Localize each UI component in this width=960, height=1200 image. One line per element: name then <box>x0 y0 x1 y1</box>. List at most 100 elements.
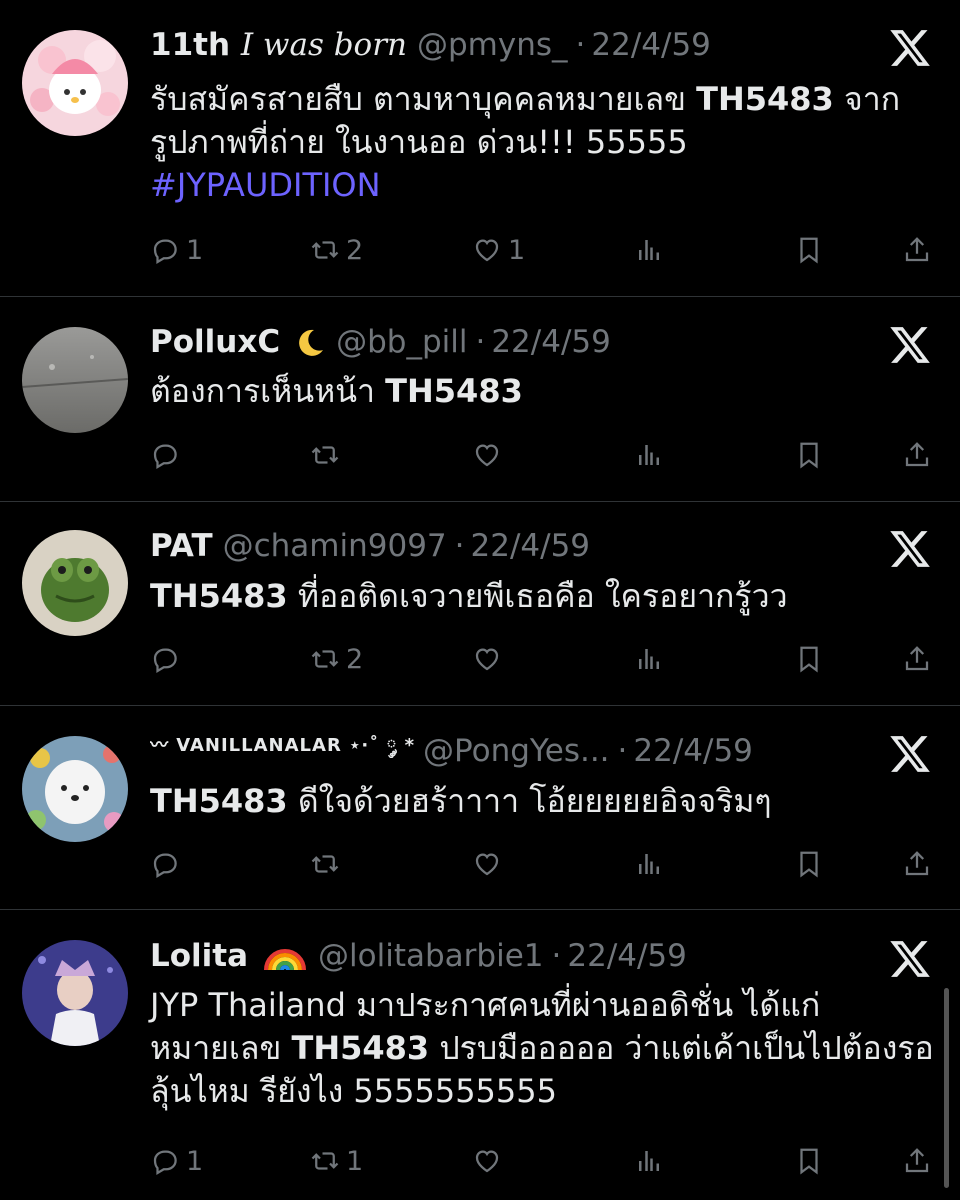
bookmark-icon <box>800 646 818 673</box>
avatar[interactable] <box>22 940 128 1046</box>
reply-icon <box>153 444 177 469</box>
avatar[interactable] <box>22 530 128 636</box>
like-button[interactable] <box>472 1141 508 1181</box>
tweet-date[interactable]: 22/4/59 <box>633 733 753 769</box>
bookmark-button[interactable] <box>794 844 824 884</box>
tweet-text: TH5483 ดีใจด้วยฮร้าาาา โอ้ยยยยยอิจจริมๆ <box>150 782 772 820</box>
retweet-icon <box>311 855 339 873</box>
retweet-button[interactable]: 1 <box>310 1141 363 1181</box>
bookmark-button[interactable] <box>794 435 824 475</box>
rainbow-emoji-icon <box>264 949 307 971</box>
bookmark-button[interactable] <box>794 639 824 679</box>
hashtag-link[interactable]: #JYPAUDITION <box>150 166 381 204</box>
avatar[interactable] <box>22 736 128 842</box>
tweet-2[interactable]: PolluxC @bb_pill · 22/4/59 ต้องการเห็นหน… <box>0 297 960 501</box>
tweet-actions <box>150 844 940 884</box>
x-logo-icon <box>890 531 930 567</box>
tweet-text: ต้องการเห็นหน้า TH5483 <box>150 372 523 410</box>
views-button[interactable] <box>634 844 664 884</box>
tweet-5[interactable]: Lolita @lolitabarbie1 · 22/4/59 JYP Thai… <box>0 910 960 1200</box>
like-count: 1 <box>508 234 526 266</box>
retweet-icon <box>311 650 339 668</box>
tweet-date[interactable]: 22/4/59 <box>471 528 591 564</box>
avatar[interactable] <box>22 327 128 433</box>
views-button[interactable] <box>634 230 664 270</box>
bookmark-icon <box>800 1148 818 1175</box>
like-button[interactable]: 1 <box>472 230 525 270</box>
separator-dot: · <box>575 27 586 63</box>
tweet-date[interactable]: 22/4/59 <box>491 324 611 360</box>
bookmark-icon <box>800 442 818 469</box>
views-icon <box>639 445 659 465</box>
tweet-3[interactable]: PAT @chamin9097 · 22/4/59 TH5483 ที่ออติ… <box>0 502 960 705</box>
views-icon <box>639 854 659 874</box>
x-logo-icon <box>890 941 930 977</box>
share-icon <box>905 646 929 671</box>
retweet-button[interactable] <box>310 844 346 884</box>
reply-count: 1 <box>186 1145 204 1177</box>
tweet-1[interactable]: 11th I was born @pmyns_ · 22/4/59 รับสมั… <box>0 0 960 296</box>
reply-icon <box>153 853 177 878</box>
scrollbar[interactable] <box>944 988 949 1188</box>
user-handle[interactable]: @chamin9097 <box>223 528 447 564</box>
bookmark-icon <box>800 237 818 264</box>
share-icon <box>905 1148 929 1173</box>
like-icon <box>475 239 499 262</box>
reply-button[interactable]: 1 <box>150 230 203 270</box>
views-button[interactable] <box>634 639 664 679</box>
reply-button[interactable] <box>150 639 186 679</box>
tweet-date[interactable]: 22/4/59 <box>591 27 711 63</box>
retweet-count: 2 <box>346 643 364 675</box>
user-handle[interactable]: @PongYes... <box>423 733 609 769</box>
share-button[interactable] <box>902 230 932 270</box>
display-name[interactable]: Lolita <box>150 938 248 974</box>
like-button[interactable] <box>472 639 508 679</box>
display-name[interactable]: 〰 VANILLANALAR ⋆·˚ ༘ * <box>150 728 415 774</box>
separator-dot: · <box>617 733 628 769</box>
avatar[interactable] <box>22 30 128 136</box>
tweet-text: รับสมัครสายสืบ ตามหาบุคคลหมายเลข TH5483 … <box>150 80 901 204</box>
bookmark-button[interactable] <box>794 230 824 270</box>
separator-dot: · <box>454 528 465 564</box>
retweet-button[interactable] <box>310 435 346 475</box>
reply-count: 1 <box>186 234 204 266</box>
user-handle[interactable]: @lolitabarbie1 <box>318 938 543 974</box>
tweet-header: PolluxC @bb_pill · 22/4/59 <box>150 319 850 365</box>
x-logo-icon <box>890 327 930 363</box>
like-icon <box>475 853 499 876</box>
retweet-icon <box>311 241 339 259</box>
display-name[interactable]: 11th I was born <box>150 27 407 63</box>
reply-button[interactable] <box>150 435 186 475</box>
retweet-button[interactable]: 2 <box>310 230 363 270</box>
views-button[interactable] <box>634 435 664 475</box>
tweet-4[interactable]: 〰 VANILLANALAR ⋆·˚ ༘ * @PongYes... · 22/… <box>0 706 960 909</box>
views-icon <box>639 1151 659 1171</box>
reply-button[interactable]: 1 <box>150 1141 203 1181</box>
display-name[interactable]: PAT <box>150 528 213 564</box>
tweet-header: 〰 VANILLANALAR ⋆·˚ ༘ * @PongYes... · 22/… <box>150 728 850 774</box>
like-button[interactable] <box>472 844 508 884</box>
share-button[interactable] <box>902 1141 932 1181</box>
tweet-text: JYP Thailand มาประกาศคนที่ผ่านออดิชั่น ไ… <box>150 986 934 1110</box>
views-button[interactable] <box>634 1141 664 1181</box>
display-name[interactable]: PolluxC <box>150 324 280 360</box>
retweet-icon <box>311 1152 339 1170</box>
retweet-button[interactable]: 2 <box>310 639 363 679</box>
user-handle[interactable]: @pmyns_ <box>417 27 568 63</box>
views-icon <box>639 240 659 260</box>
bookmark-button[interactable] <box>794 1141 824 1181</box>
reply-button[interactable] <box>150 844 186 884</box>
separator-dot: · <box>551 938 562 974</box>
share-button[interactable] <box>902 844 932 884</box>
share-button[interactable] <box>902 639 932 679</box>
user-handle[interactable]: @bb_pill <box>336 324 467 360</box>
share-button[interactable] <box>902 435 932 475</box>
moon-emoji-icon <box>299 329 324 356</box>
tweet-header: Lolita @lolitabarbie1 · 22/4/59 <box>150 933 850 979</box>
like-button[interactable] <box>472 435 508 475</box>
tweet-actions: 1 1 <box>150 1141 940 1181</box>
like-icon <box>475 444 499 467</box>
tweet-date[interactable]: 22/4/59 <box>567 938 687 974</box>
tweet-actions <box>150 435 940 475</box>
retweet-icon <box>311 446 339 464</box>
